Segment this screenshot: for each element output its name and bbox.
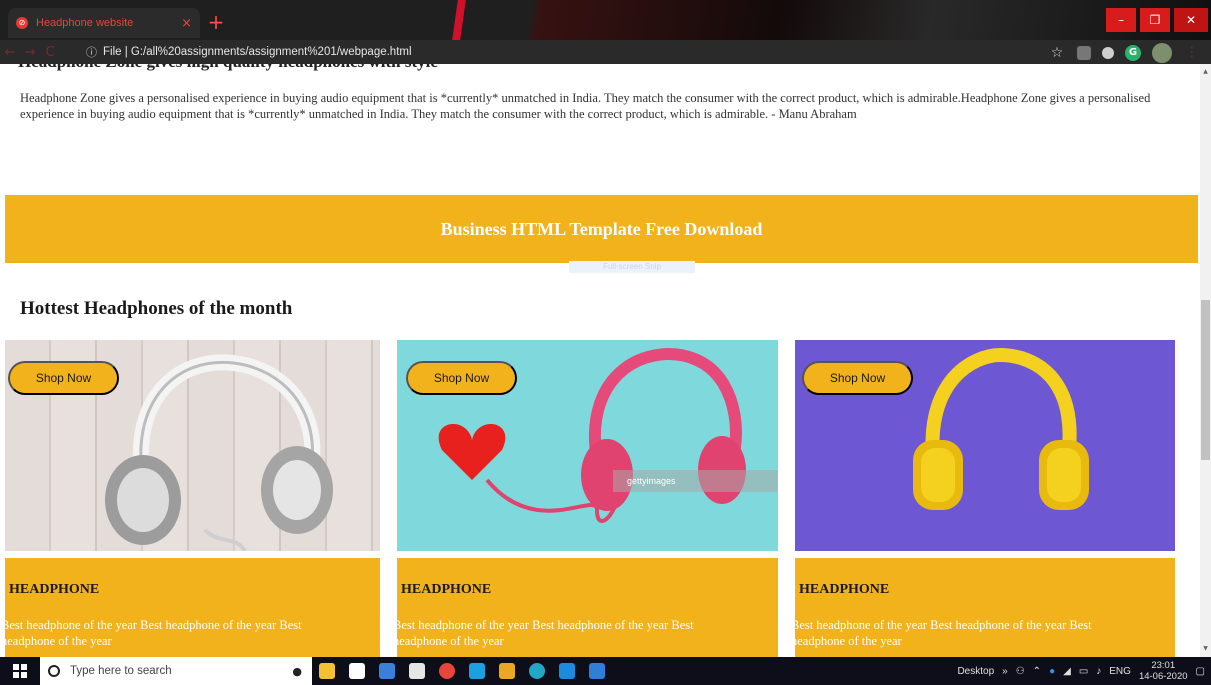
- product-image-yellow-headphones: Shop Now: [795, 340, 1175, 551]
- section-title: Hottest Headphones of the month: [20, 298, 293, 319]
- snip-tooltip: Full-screen Snip: [569, 261, 695, 273]
- banner-title[interactable]: Business HTML Template Free Download: [441, 219, 763, 240]
- extensions-icon[interactable]: [1077, 46, 1091, 60]
- windows-taskbar: Type here to search ● Desktop » ⚇ ⌃ ● ◢ …: [0, 657, 1211, 685]
- titlebar-theme-graphic: [230, 0, 1211, 40]
- site-info-icon[interactable]: ⓘ: [86, 44, 97, 60]
- battery-icon[interactable]: ▭: [1079, 666, 1088, 677]
- shop-now-button[interactable]: Shop Now: [8, 361, 119, 395]
- address-bar[interactable]: File | G:/all%20assignments/assignment%2…: [103, 46, 412, 58]
- instagram-icon[interactable]: [582, 657, 612, 685]
- card-heading: HEADPHONE: [401, 582, 492, 597]
- bluetooth-icon[interactable]: ●: [1049, 666, 1055, 677]
- grammarly-icon[interactable]: G: [1125, 45, 1141, 61]
- taskbar-search[interactable]: Type here to search ●: [40, 657, 312, 685]
- browser-titlebar: ⊘ Headphone website × + – ❐ ✕: [0, 0, 1211, 40]
- scroll-up-icon[interactable]: ▲: [1200, 66, 1211, 78]
- product-image-white-headphones: Shop Now: [5, 340, 380, 551]
- product-card: gettyimages Shop Now HEADPHONE Best head…: [393, 340, 778, 657]
- search-placeholder: Type here to search: [70, 665, 172, 677]
- tab-close-icon[interactable]: ×: [181, 16, 192, 31]
- page-viewport: Headphone Zone gives high quality headph…: [0, 64, 1200, 657]
- product-card: Shop Now HEADPHONE Best headphone of the…: [791, 340, 1175, 657]
- network-icon[interactable]: ◢: [1063, 666, 1071, 677]
- chrome-icon[interactable]: [432, 657, 462, 685]
- scroll-down-icon[interactable]: ▼: [1200, 643, 1211, 655]
- card-heading: HEADPHONE: [799, 582, 890, 597]
- cortana-icon: [48, 665, 60, 677]
- product-image-pink-headphones: gettyimages Shop Now: [397, 340, 778, 551]
- bookmark-star-icon[interactable]: ☆: [1048, 44, 1066, 62]
- card-description: Best headphone of the year Best headphon…: [1, 618, 302, 648]
- testimonial-text: Headphone Zone gives a personalised expe…: [20, 91, 1151, 121]
- browser-tab[interactable]: ⊘ Headphone website ×: [8, 8, 200, 38]
- card-description: Best headphone of the year Best headphon…: [791, 618, 1092, 648]
- page-scrollbar[interactable]: ▲ ▼: [1200, 64, 1211, 657]
- scroll-thumb[interactable]: [1201, 300, 1210, 460]
- card-body: HEADPHONE Best headphone of the year Bes…: [1, 558, 380, 657]
- tray-overflow-icon[interactable]: ⌃: [1033, 666, 1041, 677]
- card-heading: HEADPHONE: [9, 582, 100, 597]
- image-watermark: gettyimages: [627, 476, 676, 486]
- people-icon[interactable]: ⚇: [1016, 666, 1025, 677]
- vscode-icon[interactable]: [552, 657, 582, 685]
- language-indicator[interactable]: ENG: [1109, 666, 1131, 677]
- card-body: HEADPHONE Best headphone of the year Bes…: [393, 558, 778, 657]
- slack-icon[interactable]: [492, 657, 522, 685]
- browser-toolbar: ← → C ⓘ File | G:/all%20assignments/assi…: [0, 40, 1211, 64]
- store-icon[interactable]: [342, 657, 372, 685]
- tab-favicon-icon: ⊘: [16, 17, 28, 29]
- edge-icon[interactable]: [522, 657, 552, 685]
- maximize-button[interactable]: ❐: [1140, 8, 1170, 32]
- paint-icon[interactable]: [372, 657, 402, 685]
- shop-now-button[interactable]: Shop Now: [802, 361, 913, 395]
- extension-area: ☆ G ⋮: [1048, 43, 1201, 63]
- toolbar-expand-icon[interactable]: »: [1002, 666, 1008, 677]
- profile-avatar-icon[interactable]: [1152, 43, 1172, 63]
- file-explorer-icon[interactable]: [312, 657, 342, 685]
- system-tray: Desktop » ⚇ ⌃ ● ◢ ▭ ♪ ENG 23:01 14-06-20…: [957, 657, 1205, 685]
- card-body: HEADPHONE Best headphone of the year Bes…: [791, 558, 1175, 657]
- reload-button[interactable]: C: [40, 45, 60, 60]
- shop-now-button[interactable]: Shop Now: [406, 361, 517, 395]
- new-tab-button[interactable]: +: [206, 12, 226, 32]
- start-button[interactable]: [0, 657, 40, 685]
- card-description: Best headphone of the year Best headphon…: [393, 618, 694, 648]
- back-button[interactable]: ←: [0, 45, 20, 60]
- whatsapp-icon[interactable]: [462, 657, 492, 685]
- forward-button[interactable]: →: [20, 45, 40, 60]
- desktop-toolbar-label[interactable]: Desktop: [957, 666, 994, 677]
- clock-date: 14-06-2020: [1138, 671, 1188, 682]
- windows-logo-icon: [13, 664, 27, 678]
- product-card: Shop Now HEADPHONE Best headphone of the…: [1, 340, 380, 657]
- dot-extension-icon[interactable]: [1102, 47, 1114, 59]
- clock-time: 23:01: [1151, 660, 1176, 671]
- microphone-icon[interactable]: ●: [292, 665, 302, 678]
- close-window-button[interactable]: ✕: [1174, 8, 1208, 32]
- testimonial-heading: Headphone Zone gives high quality headph…: [18, 64, 438, 72]
- minimize-button[interactable]: –: [1106, 8, 1136, 32]
- taskbar-clock[interactable]: 23:01 14-06-2020: [1139, 660, 1188, 682]
- browser-menu-icon[interactable]: ⋮: [1183, 44, 1201, 62]
- notification-center-icon[interactable]: ▢: [1196, 666, 1205, 677]
- tab-title: Headphone website: [36, 17, 134, 29]
- download-banner: Business HTML Template Free Download: [5, 195, 1198, 263]
- volume-icon[interactable]: ♪: [1096, 666, 1101, 677]
- mail-icon[interactable]: [402, 657, 432, 685]
